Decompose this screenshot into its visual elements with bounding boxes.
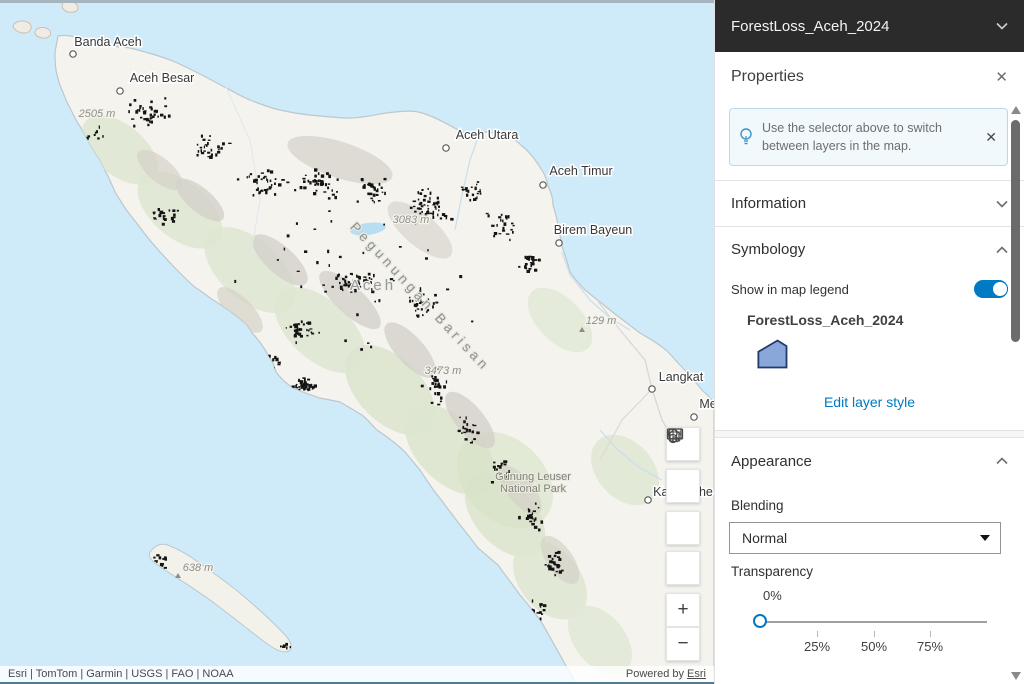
transparency-label: Transparency <box>731 564 1008 579</box>
lightbulb-icon <box>738 127 754 147</box>
region-label: Aceh <box>350 277 396 294</box>
chevron-down-icon <box>996 22 1008 30</box>
scrollbar-thumb[interactable] <box>1011 120 1020 342</box>
city-marker <box>540 182 546 188</box>
city-marker <box>70 51 76 57</box>
city-label: Aceh Timur <box>549 164 612 178</box>
elevation-label: 638 m <box>183 562 214 574</box>
close-panel-button[interactable]: ✕ <box>995 70 1008 85</box>
section-information[interactable]: Information <box>715 180 1024 226</box>
slider-track[interactable] <box>761 621 987 623</box>
chevron-up-icon <box>996 457 1008 465</box>
chevron-down-icon <box>996 200 1008 208</box>
screen-button[interactable] <box>666 511 700 545</box>
layer-selector-title: ForestLoss_Aceh_2024 <box>731 18 889 35</box>
layer-hint-message: Use the selector above to switch between… <box>729 108 1008 166</box>
map-canvas[interactable]: Banda Aceh Aceh Besar Aceh Utara Aceh Timur… <box>0 0 714 684</box>
basemap: Banda Aceh Aceh Besar Aceh Utara Aceh Timur… <box>0 0 714 684</box>
map-top-border <box>0 0 714 3</box>
properties-panel: ForestLoss_Aceh_2024 Properties ✕ Use th… <box>714 0 1024 684</box>
panel-title-row: Properties ✕ <box>715 52 1024 102</box>
show-in-legend-toggle[interactable] <box>974 280 1008 298</box>
park-label: National Park <box>500 483 567 495</box>
hint-text: Use the selector above to switch between… <box>762 119 977 155</box>
basemap-button[interactable] <box>666 469 700 503</box>
city-label: Aceh Utara <box>456 128 519 142</box>
symbology-label: Symbology <box>731 241 805 258</box>
city-marker <box>691 414 697 420</box>
select-caret-icon <box>980 535 990 541</box>
slider-ticks: 25% 50% 75% <box>761 631 987 657</box>
zoom-in-button[interactable]: + <box>666 593 700 627</box>
toggle-knob <box>992 281 1008 297</box>
city-label: Aceh Besar <box>130 71 195 85</box>
dismiss-hint-button[interactable]: ✕ <box>985 130 997 144</box>
transparency-value: 0% <box>763 588 1008 603</box>
elevation-label: 3083 m <box>393 214 430 226</box>
city-label: Birem Bayeun <box>554 223 633 237</box>
polygon-swatch-icon <box>755 336 791 372</box>
elevation-label: 3473 m <box>425 365 462 377</box>
tick-75: 75% <box>917 639 943 654</box>
scroll-up-arrow[interactable] <box>1011 106 1021 114</box>
transparency-slider[interactable] <box>761 613 987 631</box>
city-marker <box>645 497 651 503</box>
panel-title: Properties <box>731 68 804 86</box>
attribution-sources: Esri | TomTom | Garmin | USGS | FAO | NO… <box>8 668 234 680</box>
powered-by: Powered by Esri <box>626 668 706 680</box>
city-marker <box>556 240 562 246</box>
city-label: Langkat <box>659 370 704 384</box>
zoom-out-button[interactable]: − <box>666 627 700 661</box>
home-button[interactable] <box>666 551 700 585</box>
blending-value: Normal <box>742 530 787 546</box>
section-appearance[interactable]: Appearance <box>715 438 1024 484</box>
legend-layer-title: ForestLoss_Aceh_2024 <box>747 312 1008 328</box>
chevron-up-icon <box>996 246 1008 254</box>
map-viewer-app: Banda Aceh Aceh Besar Aceh Utara Aceh Timur… <box>0 0 1024 684</box>
scroll-down-arrow[interactable] <box>1011 672 1021 680</box>
city-marker <box>117 88 123 94</box>
appearance-body: Blending Normal Transparency 0% 25% 50% <box>715 484 1024 657</box>
show-in-legend-label: Show in map legend <box>731 282 849 297</box>
layer-selector[interactable]: ForestLoss_Aceh_2024 <box>715 0 1024 52</box>
map-controls: + − <box>666 427 700 661</box>
appearance-label: Appearance <box>731 453 812 470</box>
section-separator <box>715 430 1024 438</box>
map-attribution: Esri | TomTom | Garmin | USGS | FAO | NO… <box>0 666 714 682</box>
home-icon <box>666 427 683 443</box>
blending-label: Blending <box>731 498 1008 513</box>
city-marker <box>649 386 655 392</box>
city-label: Banda Aceh <box>74 35 141 49</box>
elevation-label: 2505 m <box>78 108 116 120</box>
tick-50: 50% <box>861 639 887 654</box>
information-label: Information <box>731 195 806 212</box>
edit-layer-style-link[interactable]: Edit layer style <box>731 394 1008 410</box>
blending-select[interactable]: Normal <box>729 522 1001 554</box>
section-symbology[interactable]: Symbology <box>715 226 1024 272</box>
park-label: Gunung Leuser <box>495 471 571 483</box>
slider-handle[interactable] <box>753 614 767 628</box>
city-label: Me <box>699 397 714 411</box>
city-marker <box>443 145 449 151</box>
symbology-body: Show in map legend ForestLoss_Aceh_2024 … <box>715 272 1024 410</box>
tick-25: 25% <box>804 639 830 654</box>
legend-swatch <box>755 336 1008 376</box>
panel-scrollbar[interactable] <box>1010 106 1022 680</box>
elevation-label: 129 m <box>586 315 617 327</box>
esri-link[interactable]: Esri <box>687 668 706 680</box>
